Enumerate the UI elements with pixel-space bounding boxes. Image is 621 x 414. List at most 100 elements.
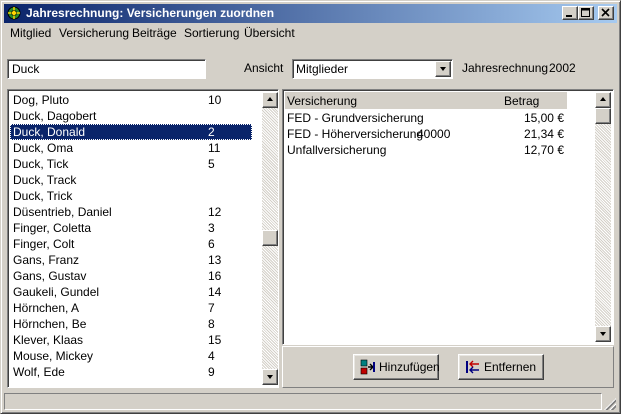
member-number: 6 [208, 237, 215, 251]
member-number: 5 [208, 157, 215, 171]
remove-button-label: Entfernen [484, 360, 537, 374]
list-item[interactable]: Hörnchen, A 7 [10, 300, 252, 316]
list-item[interactable]: Duck, Tick 5 [10, 156, 252, 172]
member-name: Duck, Tick [13, 157, 69, 171]
maximize-button[interactable] [578, 6, 594, 20]
app-icon [7, 6, 21, 20]
member-number: 15 [208, 333, 222, 347]
minimize-button[interactable] [562, 6, 578, 20]
member-number: 3 [208, 221, 215, 235]
member-number: 11 [208, 141, 221, 155]
add-button[interactable]: Hinzufügen [353, 354, 440, 380]
table-row[interactable]: Unfallversicherung 12,70 € [285, 142, 567, 158]
table-row[interactable]: FED - Höherversicherung 40000 21,34 € [285, 126, 567, 142]
member-number: 4 [208, 349, 215, 363]
list-item[interactable]: Düsentrieb, Daniel 12 [10, 204, 252, 220]
list-item[interactable]: Duck, Trick [10, 188, 252, 204]
cell-betrag: 12,70 € [523, 143, 564, 157]
window-title: Jahresrechnung: Versicherungen zuordnen [26, 6, 275, 20]
list-item[interactable]: Gans, Gustav 16 [10, 268, 252, 284]
table-row[interactable]: FED - Grundversicherung 15,00 € [285, 110, 567, 126]
list-item[interactable]: Finger, Coletta 3 [10, 220, 252, 236]
member-number: 14 [208, 285, 222, 299]
member-number: 12 [208, 205, 222, 219]
scroll-thumb[interactable] [262, 230, 278, 246]
menu-bar: Mitglied Versicherung Beiträge Sortierun… [4, 24, 617, 42]
member-name: Mouse, Mickey [13, 349, 94, 363]
scroll-down-button[interactable] [595, 326, 611, 342]
member-name: Duck, Oma [13, 141, 74, 155]
search-input[interactable]: Duck [7, 59, 206, 79]
table-header: Versicherung Betrag [285, 92, 567, 109]
scroll-up-button[interactable] [262, 92, 278, 108]
remove-button[interactable]: Entfernen [458, 354, 544, 380]
add-button-label: Hinzufügen [379, 360, 440, 374]
cell-versicherung: Unfallversicherung [287, 143, 387, 157]
member-number: 16 [208, 269, 222, 283]
list-item[interactable]: Duck, Dagobert [10, 108, 252, 124]
menu-versicherung[interactable]: Versicherung [59, 26, 129, 40]
member-name: Hörnchen, Be [13, 317, 87, 331]
member-name: Wolf, Ede [13, 365, 65, 379]
ansicht-select[interactable]: Mitglieder [292, 59, 453, 79]
menu-beitraege[interactable]: Beiträge [132, 26, 177, 40]
member-name: Duck, Donald [13, 125, 86, 139]
scroll-up-button[interactable] [595, 92, 611, 108]
status-bar [4, 393, 617, 411]
insurance-table-scrollbar[interactable] [595, 92, 611, 342]
member-name: Finger, Coletta [13, 221, 92, 235]
menu-uebersicht[interactable]: Übersicht [244, 26, 295, 40]
insurance-table[interactable]: Versicherung Betrag FED - Grundversicher… [282, 89, 614, 345]
member-number: 2 [208, 125, 215, 139]
member-number: 7 [208, 301, 215, 315]
member-list-scrollbar[interactable] [262, 92, 278, 385]
action-panel: Hinzufügen Entfernen [282, 346, 614, 388]
ansicht-value: Mitglieder [296, 62, 349, 76]
close-button[interactable] [598, 6, 614, 20]
member-name: Hörnchen, A [13, 301, 80, 315]
menu-mitglied[interactable]: Mitglied [10, 26, 51, 40]
ansicht-dropdown-button[interactable] [435, 61, 451, 77]
list-item[interactable]: Klever, Klaas 15 [10, 332, 252, 348]
scroll-down-button[interactable] [262, 369, 278, 385]
column-header-versicherung[interactable]: Versicherung [287, 94, 357, 108]
remove-arrow-icon [465, 359, 481, 375]
list-item[interactable]: Duck, Donald 2 [10, 124, 252, 140]
member-list[interactable]: Dog, Pluto 10 Duck, Dagobert Duck, Donald 2 D… [7, 89, 279, 388]
member-number: 8 [208, 317, 215, 331]
member-name: Finger, Colt [13, 237, 75, 251]
member-name: Duck, Trick [13, 189, 73, 203]
list-item[interactable]: Wolf, Ede 9 [10, 364, 252, 380]
scroll-thumb[interactable] [595, 108, 611, 124]
resize-grip-icon[interactable] [604, 398, 616, 410]
menu-sortierung[interactable]: Sortierung [184, 26, 239, 40]
ansicht-label: Ansicht [244, 61, 284, 75]
member-number: 9 [208, 365, 215, 379]
cell-versicherung: FED - Grundversicherung [287, 111, 424, 125]
arrow-down-icon [267, 375, 273, 379]
list-item[interactable]: Mouse, Mickey 4 [10, 348, 252, 364]
chevron-down-icon [440, 67, 446, 71]
member-name: Gans, Franz [13, 253, 80, 267]
column-header-betrag[interactable]: Betrag [504, 94, 539, 108]
main-window: Jahresrechnung: Versicherungen zuordnen … [0, 0, 621, 414]
list-item[interactable]: Gans, Franz 13 [10, 252, 252, 268]
arrow-down-icon [600, 332, 606, 336]
cell-extra: 40000 [417, 127, 451, 141]
member-number: 10 [208, 93, 222, 107]
member-name: Duck, Track [13, 173, 77, 187]
list-item[interactable]: Duck, Oma 11 [10, 140, 252, 156]
member-name: Gans, Gustav [13, 269, 87, 283]
title-bar[interactable]: Jahresrechnung: Versicherungen zuordnen [4, 4, 617, 23]
cell-betrag: 15,00 € [523, 111, 564, 125]
list-item[interactable]: Finger, Colt 6 [10, 236, 252, 252]
list-item[interactable]: Dog, Pluto 10 [10, 92, 252, 108]
arrow-up-icon [600, 97, 606, 101]
member-name: Gaukeli, Gundel [13, 285, 100, 299]
add-arrow-icon [360, 359, 376, 375]
status-pane [4, 393, 602, 410]
list-item[interactable]: Gaukeli, Gundel 14 [10, 284, 252, 300]
list-item[interactable]: Duck, Track [10, 172, 252, 188]
list-item[interactable]: Hörnchen, Be 8 [10, 316, 252, 332]
member-name: Düsentrieb, Daniel [13, 205, 112, 219]
